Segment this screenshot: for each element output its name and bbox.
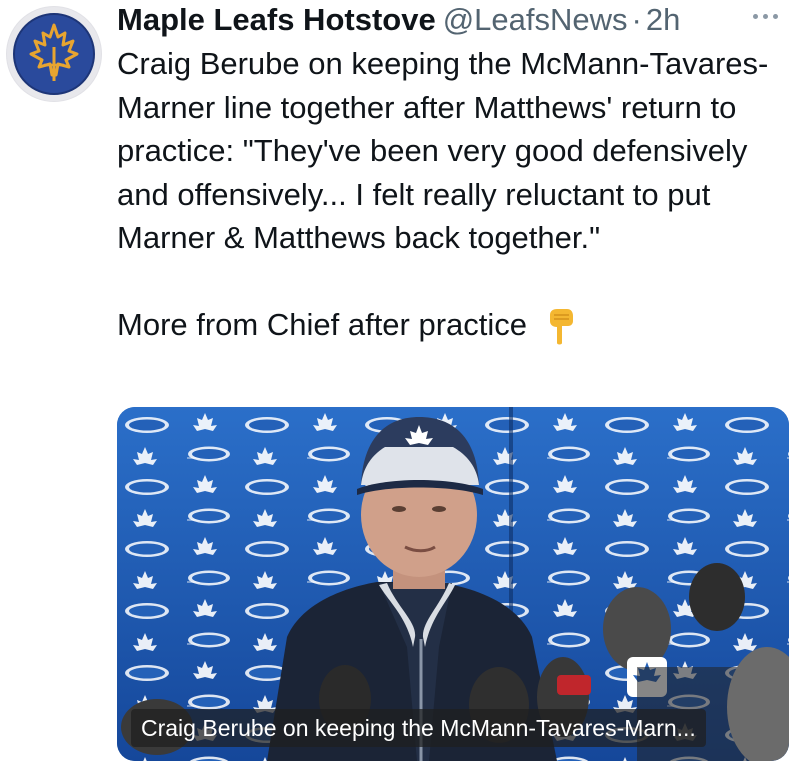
author-name[interactable]: Maple Leafs Hotstove (117, 0, 436, 40)
timestamp[interactable]: 2h (646, 0, 680, 40)
video-caption: Craig Berube on keeping the McMann-Tavar… (131, 709, 706, 747)
tweet-paragraph-text: More from Chief after practice (117, 307, 528, 342)
tweet-paragraph: Craig Berube on keeping the McMann-Tavar… (117, 46, 769, 255)
tweet-text: Craig Berube on keeping the McMann-Tavar… (117, 42, 787, 347)
tweet-header: Maple Leafs Hotstove @LeafsNews · 2h (117, 0, 787, 40)
pointing-down-emoji-icon (545, 305, 577, 345)
tweet-paragraph: More from Chief after practice (117, 303, 787, 347)
video-thumbnail[interactable]: Craig Berube on keeping the McMann-Tavar… (117, 407, 789, 761)
avatar[interactable] (6, 6, 102, 102)
separator-dot: · (631, 2, 642, 37)
more-options-icon[interactable] (748, 6, 782, 26)
author-handle[interactable]: @LeafsNews (443, 0, 628, 40)
maple-leaf-logo-icon (13, 13, 95, 95)
press-conference-image (117, 407, 789, 761)
